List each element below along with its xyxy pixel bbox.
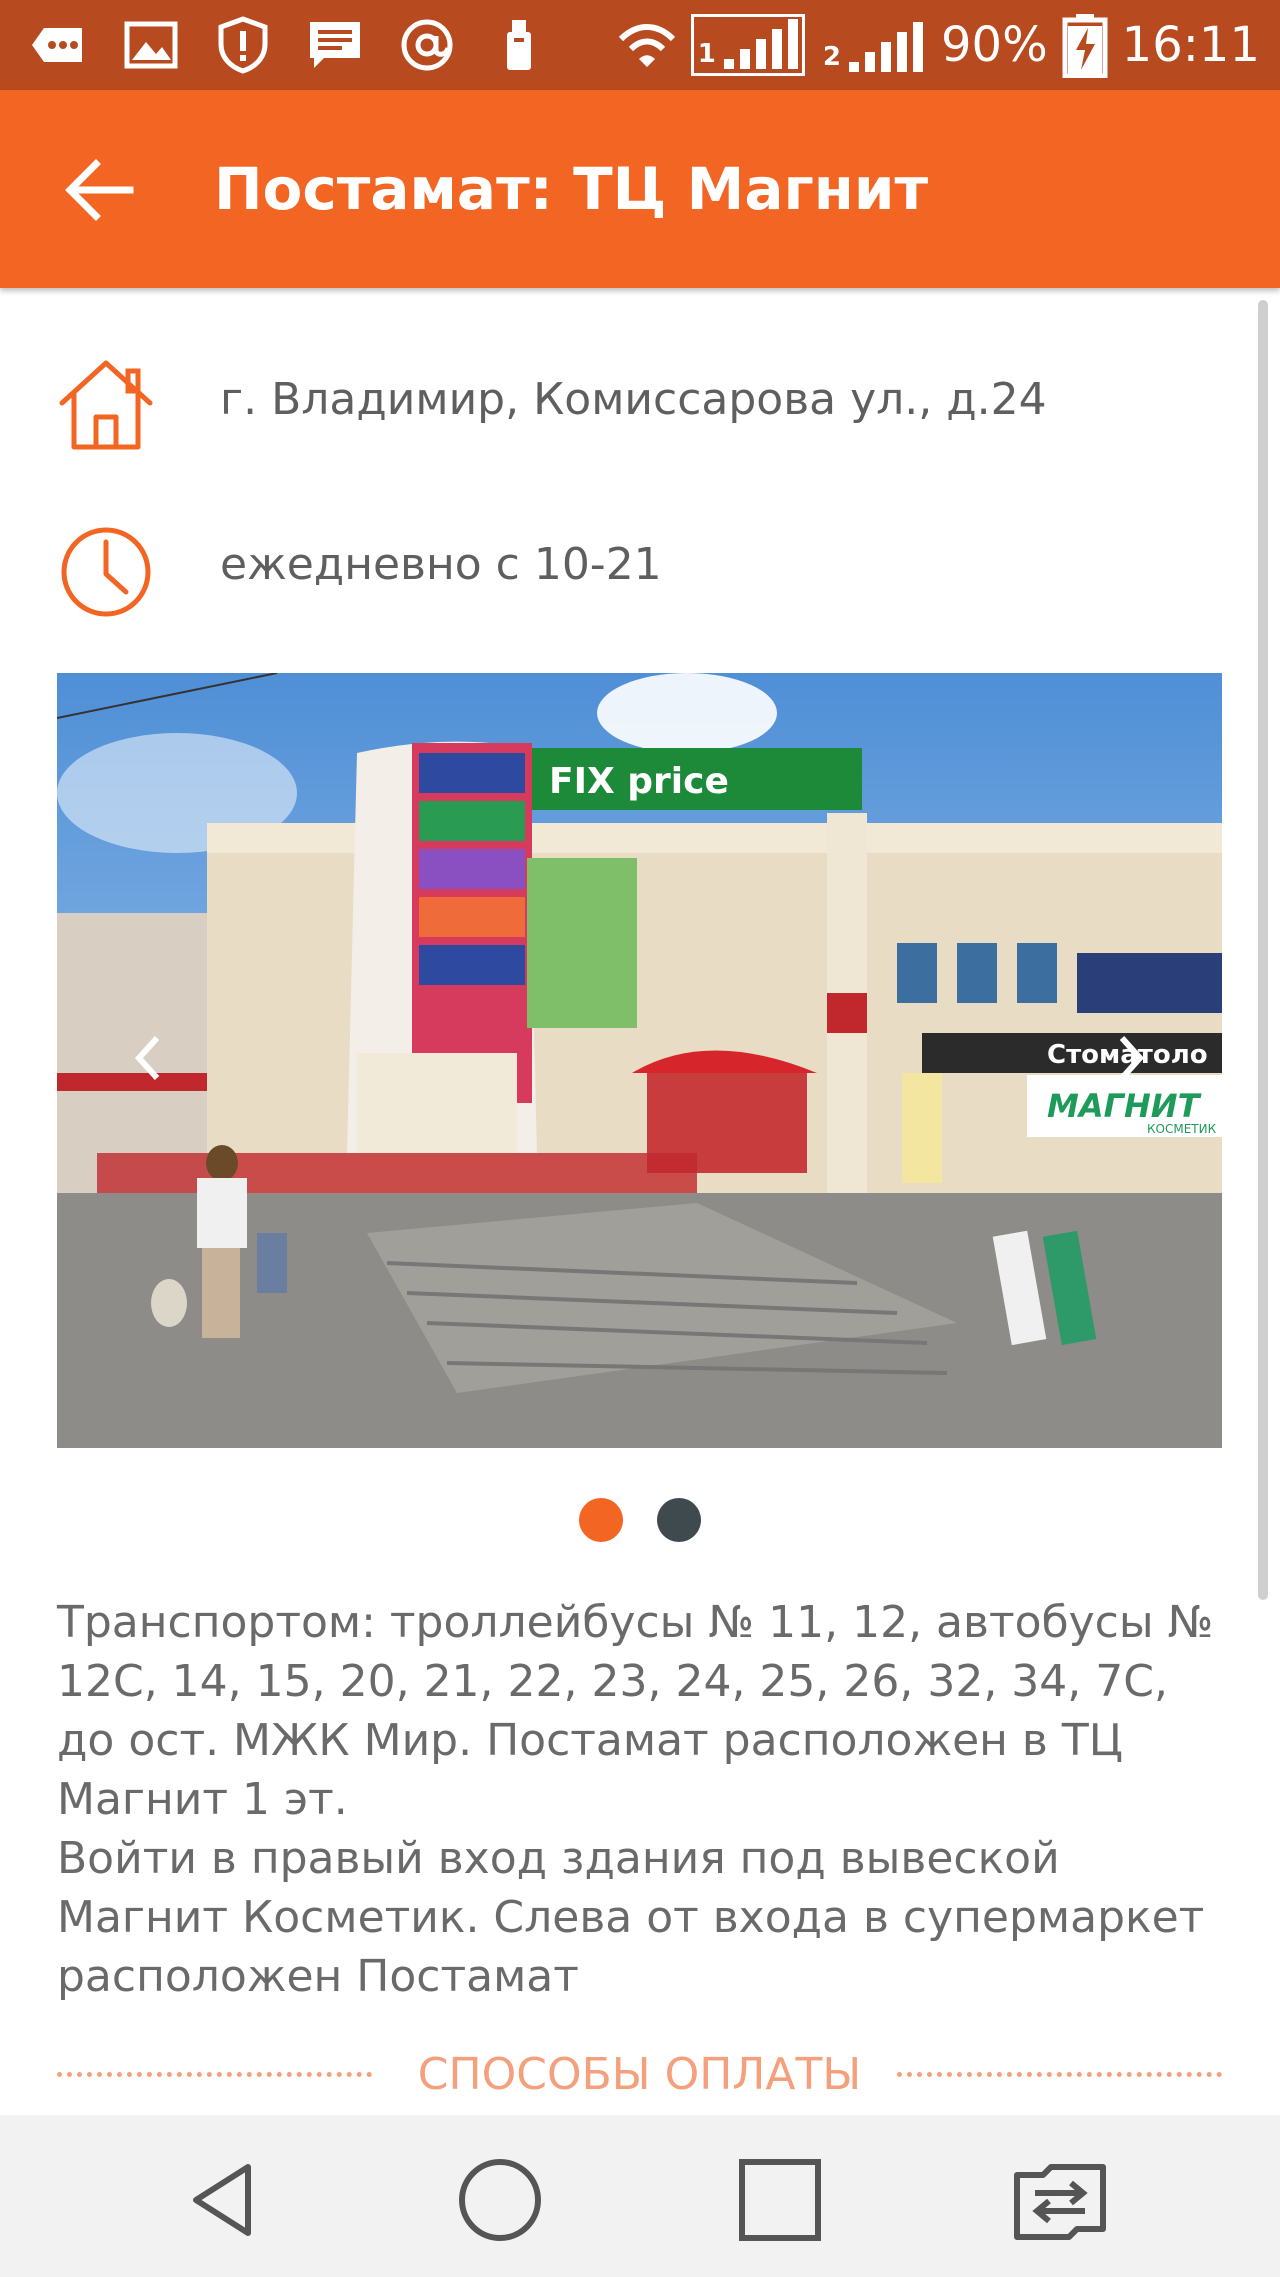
nav-recents-icon — [739, 2159, 821, 2241]
status-bar: 1 2 90% 16:11 — [0, 0, 1280, 90]
sms-icon — [310, 22, 360, 68]
description-directions: Войти в правый вход здания под вывеской … — [57, 1833, 1205, 2002]
fixprice-sign: FIX price — [549, 761, 729, 802]
carousel-dot-active[interactable] — [579, 1498, 623, 1542]
carousel-dot[interactable] — [657, 1498, 701, 1542]
description: Транспортом: троллейбусы № 11, 12, автоб… — [57, 1593, 1232, 2006]
sim2-label: 2 — [822, 42, 841, 72]
nav-home-button[interactable] — [445, 2145, 555, 2255]
payment-methods-header[interactable]: СПОСОБЫ ОПЛАТЫ — [57, 2050, 1222, 2100]
nav-switch-sim-icon — [1014, 2164, 1106, 2240]
nav-back-button[interactable] — [168, 2145, 278, 2255]
chevron-left-icon — [134, 1035, 160, 1081]
nav-recents-button[interactable] — [725, 2145, 835, 2255]
clock: 16:11 — [1121, 17, 1260, 73]
page-title: Постамат: ТЦ Магнит — [214, 155, 929, 223]
app-bar: Постамат: ТЦ Магнит — [0, 90, 1280, 288]
scrollbar[interactable] — [1258, 300, 1268, 1600]
dotted-divider-right — [897, 2072, 1222, 2077]
carousel-next-button[interactable] — [1102, 1013, 1162, 1103]
nav-back-icon — [193, 2164, 251, 2236]
battery-percent: 90% — [940, 17, 1048, 73]
signal-sim1-icon: 1 — [690, 14, 805, 76]
carousel-indicator — [0, 1498, 1280, 1544]
chevron-right-icon — [1119, 1035, 1145, 1081]
arrow-back-icon — [65, 159, 134, 221]
kosmetik-sign: КОСМЕТИК — [1147, 1122, 1217, 1136]
messages-icon — [32, 28, 82, 62]
system-status: 1 2 90% 16:11 — [617, 0, 1260, 90]
hours-row: ежедневно с 10-21 — [0, 510, 1240, 620]
sim1-label: 1 — [697, 39, 716, 69]
clock-icon — [61, 527, 151, 617]
back-button[interactable] — [60, 152, 136, 228]
at-icon — [401, 19, 453, 71]
home-icon — [59, 360, 153, 450]
nav-switch-sim-button[interactable] — [1005, 2145, 1115, 2255]
description-transport: Транспортом: троллейбусы № 11, 12, автоб… — [57, 1597, 1214, 1825]
shield-icon — [218, 16, 268, 74]
carousel-photo: FIX price Стоматоло МАГНИТ КОСМЕТИК — [57, 673, 1222, 1448]
gallery-icon — [124, 21, 178, 69]
usb-icon — [507, 20, 531, 70]
hours-text: ежедневно с 10-21 — [220, 539, 662, 590]
carousel-prev-button[interactable] — [117, 1013, 177, 1103]
address-row: г. Владимир, Комиссарова ул., д.24 — [0, 345, 1240, 455]
signal-sim2-icon: 2 — [819, 14, 927, 76]
nav-home-icon — [459, 2159, 541, 2241]
system-nav-bar — [0, 2115, 1280, 2277]
photo-carousel[interactable]: FIX price Стоматоло МАГНИТ КОСМЕТИК — [57, 673, 1222, 1448]
wifi-icon — [618, 24, 675, 67]
address-text: г. Владимир, Комиссарова ул., д.24 — [220, 374, 1047, 425]
notification-icons — [30, 16, 548, 74]
battery-charging-icon — [1062, 14, 1108, 78]
